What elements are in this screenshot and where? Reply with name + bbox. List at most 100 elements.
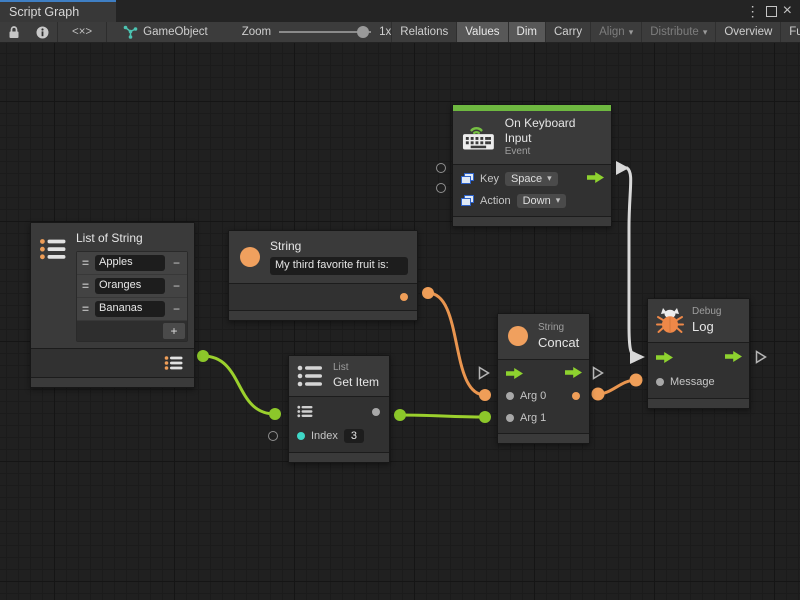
string-icon	[506, 324, 530, 348]
list-item-row: = Apples −	[77, 252, 187, 275]
string-value-field[interactable]: My third favorite fruit is:	[270, 257, 408, 275]
gameobject-icon	[123, 25, 138, 39]
lock-button[interactable]	[0, 22, 28, 42]
node-list-of-string[interactable]: List of String = Apples − = Oranges − = …	[30, 222, 195, 388]
unconnected-input-port[interactable]	[436, 183, 446, 193]
unconnected-input-port[interactable]	[436, 163, 446, 173]
tab-title: Script Graph	[9, 5, 79, 19]
flow-input-port[interactable]	[656, 352, 673, 363]
remove-item-button[interactable]: −	[168, 302, 185, 317]
index-value-field[interactable]: 3	[344, 429, 364, 443]
list-icon	[297, 405, 313, 418]
gameobject-label: GameObject	[143, 26, 208, 38]
flow-output-port[interactable]	[725, 351, 742, 365]
list-icon	[164, 355, 184, 371]
list-item-field[interactable]: Oranges	[95, 278, 165, 294]
chevron-down-icon: ▾	[629, 27, 634, 38]
node-title: Get Item	[333, 375, 379, 390]
list-add-row: +	[77, 321, 187, 341]
fullscreen-button[interactable]: Full Screen	[780, 22, 800, 42]
relations-button[interactable]: Relations	[391, 22, 456, 42]
align-dropdown[interactable]: Align▾	[590, 22, 641, 42]
key-label: Key	[480, 173, 499, 185]
list-item-field[interactable]: Bananas	[95, 301, 165, 317]
node-string-literal[interactable]: String My third favorite fruit is:	[228, 230, 418, 321]
chevron-down-icon: ▾	[556, 195, 561, 206]
index-label: Index	[311, 430, 338, 442]
message-input-port[interactable]	[656, 378, 664, 386]
action-label: Action	[480, 195, 511, 207]
code-icon: <×>	[72, 26, 92, 38]
overview-button[interactable]: Overview	[715, 22, 780, 42]
index-input-port[interactable]	[297, 432, 305, 440]
list-item-row: = Bananas −	[77, 298, 187, 321]
zoom-slider-handle[interactable]	[357, 26, 369, 38]
string-output-port[interactable]	[400, 293, 408, 301]
list-output-port[interactable]	[164, 355, 184, 376]
flow-output-port[interactable]	[565, 367, 582, 381]
flow-input-port[interactable]	[506, 368, 523, 379]
node-on-keyboard-input[interactable]: On Keyboard Input Event Key Space ▾ Acti…	[452, 104, 612, 227]
unconnected-flow-input[interactable]	[478, 366, 490, 380]
list-item-field[interactable]: Apples	[95, 255, 165, 271]
values-button[interactable]: Values	[456, 22, 507, 42]
node-get-item[interactable]: List Get Item Index 3	[288, 355, 390, 463]
node-concat[interactable]: String Concat Arg 0 Arg 1	[497, 313, 590, 444]
drag-handle-icon[interactable]: =	[79, 302, 92, 317]
list-icon	[297, 364, 325, 388]
list-input-row	[289, 400, 389, 424]
message-row: Message	[648, 370, 749, 394]
flow-arrow-icon	[725, 351, 742, 362]
arg0-label: Arg 0	[520, 390, 546, 402]
item-output-port[interactable]	[372, 408, 380, 416]
arg1-label: Arg 1	[520, 412, 546, 424]
node-category: List	[333, 362, 379, 375]
action-dropdown[interactable]: Down ▾	[517, 194, 567, 208]
node-footer	[453, 216, 611, 226]
maximize-icon[interactable]	[766, 6, 777, 17]
flow-output-port[interactable]	[587, 172, 604, 186]
distribute-dropdown[interactable]: Distribute▾	[641, 22, 715, 42]
close-icon[interactable]: ×	[783, 3, 792, 19]
flow-row	[498, 363, 589, 385]
keyboard-icon	[462, 122, 497, 152]
drag-handle-icon[interactable]: =	[79, 279, 92, 294]
node-title: Log	[692, 319, 721, 335]
info-button[interactable]	[28, 22, 57, 42]
key-port-row: Key Space ▾	[453, 168, 611, 190]
code-view-button[interactable]: <×>	[58, 22, 106, 42]
list-editor: = Apples − = Oranges − = Bananas − +	[76, 251, 188, 342]
node-title: String	[270, 239, 408, 254]
info-icon	[36, 26, 49, 39]
toolbar-separator	[106, 22, 107, 42]
node-title: On Keyboard Input	[505, 116, 602, 146]
node-footer	[289, 452, 389, 462]
node-title: Concat	[538, 335, 579, 351]
key-dropdown[interactable]: Space ▾	[505, 172, 558, 186]
carry-button[interactable]: Carry	[545, 22, 590, 42]
result-output-port[interactable]	[572, 392, 580, 400]
message-label: Message	[670, 376, 715, 388]
node-debug-log[interactable]: Debug Log Message	[647, 298, 750, 409]
toolbar-buttons: Relations Values Dim Carry Align▾ Distri…	[391, 22, 800, 42]
remove-item-button[interactable]: −	[168, 279, 185, 294]
flow-arrow-icon	[565, 367, 582, 378]
add-item-button[interactable]: +	[163, 323, 185, 339]
kebab-menu-icon[interactable]: ⋮	[746, 4, 760, 18]
arg0-input-port[interactable]	[506, 392, 514, 400]
drag-handle-icon[interactable]: =	[79, 256, 92, 271]
remove-item-button[interactable]: −	[168, 256, 185, 271]
dim-button[interactable]: Dim	[508, 22, 545, 42]
tab-bar: Script Graph ⋮ ×	[0, 0, 800, 22]
flow-row	[648, 346, 749, 370]
unconnected-flow-output[interactable]	[755, 350, 767, 364]
bug-icon	[656, 307, 684, 334]
arg1-input-port[interactable]	[506, 414, 514, 422]
unconnected-input-port[interactable]	[268, 431, 278, 441]
unconnected-flow-output[interactable]	[592, 366, 604, 380]
tab-script-graph[interactable]: Script Graph	[0, 0, 116, 22]
chevron-down-icon: ▾	[547, 173, 552, 184]
graph-owner[interactable]: GameObject	[123, 22, 208, 42]
chevron-down-icon: ▾	[703, 27, 708, 38]
zoom-slider[interactable]	[279, 31, 371, 33]
